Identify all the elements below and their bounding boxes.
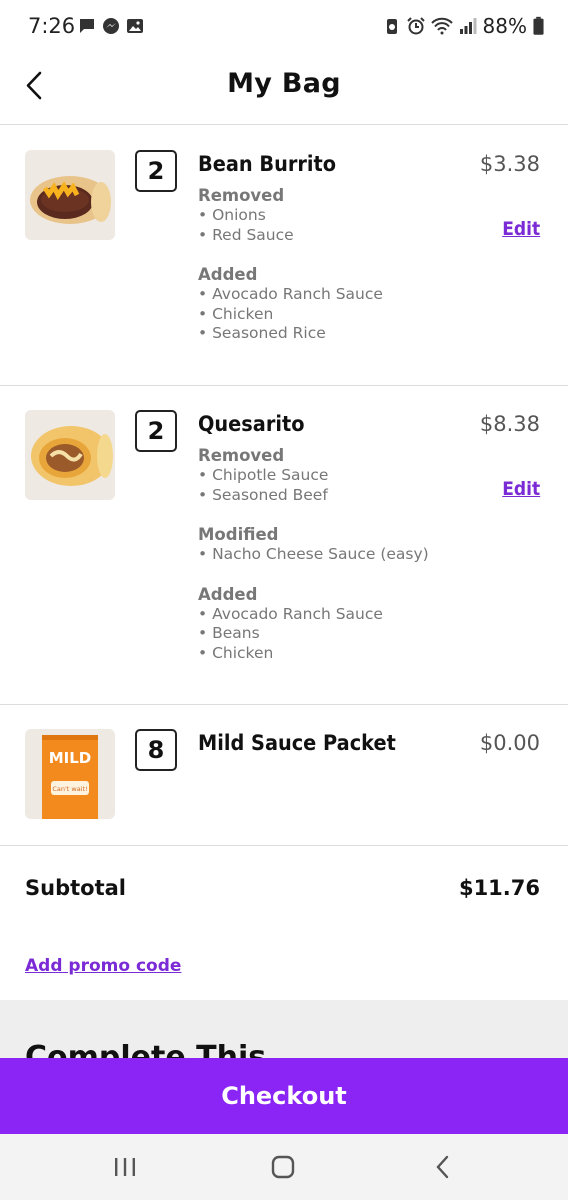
item-name: Bean Burrito [198,152,337,176]
messenger-icon [103,18,119,34]
item-modifications: Removed Chipotle Sauce Seasoned Beef Mod… [198,446,478,663]
packet-label: MILD [49,749,92,767]
quantity-button[interactable]: 2 [135,150,177,192]
mod-line: Chipotle Sauce [198,466,478,486]
mod-line: Red Sauce [198,226,478,246]
signal-icon [459,18,477,34]
home-icon[interactable] [268,1154,298,1180]
mod-group-label: Removed [198,446,285,465]
top-bar: My Bag [0,52,568,125]
mild-sauce-packet-image: MILD Can't wait! [25,729,115,819]
recent-apps-icon[interactable] [110,1154,140,1180]
subtotal-label: Subtotal [25,876,126,900]
cart-item-quesarito: 2 Quesarito $8.38 Edit Removed Chipotle … [0,386,568,705]
mod-group-label: Modified [198,525,279,544]
zigzag-divider [0,1000,568,1020]
edit-button[interactable]: Edit [502,478,540,500]
quantity-button[interactable]: 2 [135,410,177,452]
item-name: Quesarito [198,412,305,436]
item-name: Mild Sauce Packet [198,731,396,755]
status-left-icons [78,17,144,35]
edit-button[interactable]: Edit [502,218,540,240]
cart-item-mild-sauce-packet: MILD Can't wait! 8 Mild Sauce Packet $0.… [0,705,568,846]
system-nav-bar [0,1134,568,1200]
item-price: $0.00 [479,731,540,755]
page-title: My Bag [227,68,341,99]
wifi-icon [430,17,453,35]
mod-line: Avocado Ranch Sauce [198,605,478,625]
mod-line: Avocado Ranch Sauce [198,285,478,305]
mod-group-label: Added [198,265,258,284]
item-price: $3.38 [479,152,540,176]
battery-saver-icon [386,19,397,34]
quesarito-image [25,410,115,500]
chat-icon [80,19,94,33]
mod-line: Chicken [198,644,478,664]
battery-percent: 88% [482,14,527,38]
packet-sublabel: Can't wait! [52,785,87,793]
battery-icon [533,16,544,35]
item-price: $8.38 [479,412,540,436]
item-modifications: Removed Onions Red Sauce Added Avocado R… [198,186,478,344]
add-promo-code-link[interactable]: Add promo code [25,956,181,976]
status-bar: 7:26 88% [0,0,568,52]
mod-group-label: Removed [198,186,285,205]
alarm-icon [406,17,425,35]
mod-line: Seasoned Rice [198,324,478,344]
mod-line: Nacho Cheese Sauce (easy) [198,545,478,565]
mod-line: Chicken [198,305,478,325]
mod-line: Seasoned Beef [198,486,478,506]
checkout-button[interactable]: Checkout [0,1058,568,1134]
back-nav-icon[interactable] [428,1154,458,1180]
status-time: 7:26 [28,14,76,38]
mod-line: Beans [198,624,478,644]
bean-burrito-image [25,150,115,240]
gallery-icon [127,19,143,33]
subtotal-value: $11.76 [458,876,540,900]
cart-item-bean-burrito: 2 Bean Burrito $3.38 Edit Removed Onions… [0,126,568,386]
quantity-button[interactable]: 8 [135,729,177,771]
mod-line: Onions [198,206,478,226]
mod-group-label: Added [198,584,258,604]
status-right: 88% [383,14,544,38]
